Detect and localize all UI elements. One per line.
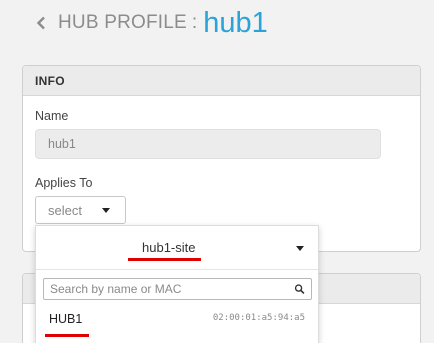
page-header: HUB PROFILE : hub1: [36, 6, 268, 40]
search-input[interactable]: [44, 279, 284, 299]
info-card-title: INFO: [23, 66, 420, 96]
applies-to-label: Applies To: [35, 176, 93, 190]
caret-down-icon: [296, 246, 304, 251]
page-title-prefix: HUB PROFILE: [58, 12, 187, 33]
list-item-name: HUB1: [49, 312, 83, 326]
list-item-mac: 02:00:01:a5:94:a5: [212, 313, 305, 323]
selected-site-label: hub1-site: [142, 240, 196, 255]
chevron-left-icon[interactable]: [36, 15, 50, 31]
name-field[interactable]: [35, 129, 381, 159]
page-title-name: hub1: [203, 6, 268, 39]
item-highlight-underline: [45, 334, 89, 337]
search-icon: [294, 284, 305, 294]
site-dropdown-toggle[interactable]: hub1-site: [36, 226, 318, 270]
site-dropdown: hub1-site HUB1 02:00:01:a5:94:a5: [35, 225, 319, 343]
info-card: INFO Name Applies To select: [22, 65, 421, 252]
page-title-separator: :: [191, 12, 198, 33]
search-box: [43, 278, 312, 300]
list-item[interactable]: HUB1 02:00:01:a5:94:a5: [36, 306, 318, 337]
applies-to-select-value: select: [48, 202, 82, 218]
applies-to-select[interactable]: select: [35, 196, 126, 224]
site-highlight-underline: [128, 258, 201, 261]
caret-down-icon: [102, 208, 110, 213]
name-label: Name: [35, 109, 69, 123]
